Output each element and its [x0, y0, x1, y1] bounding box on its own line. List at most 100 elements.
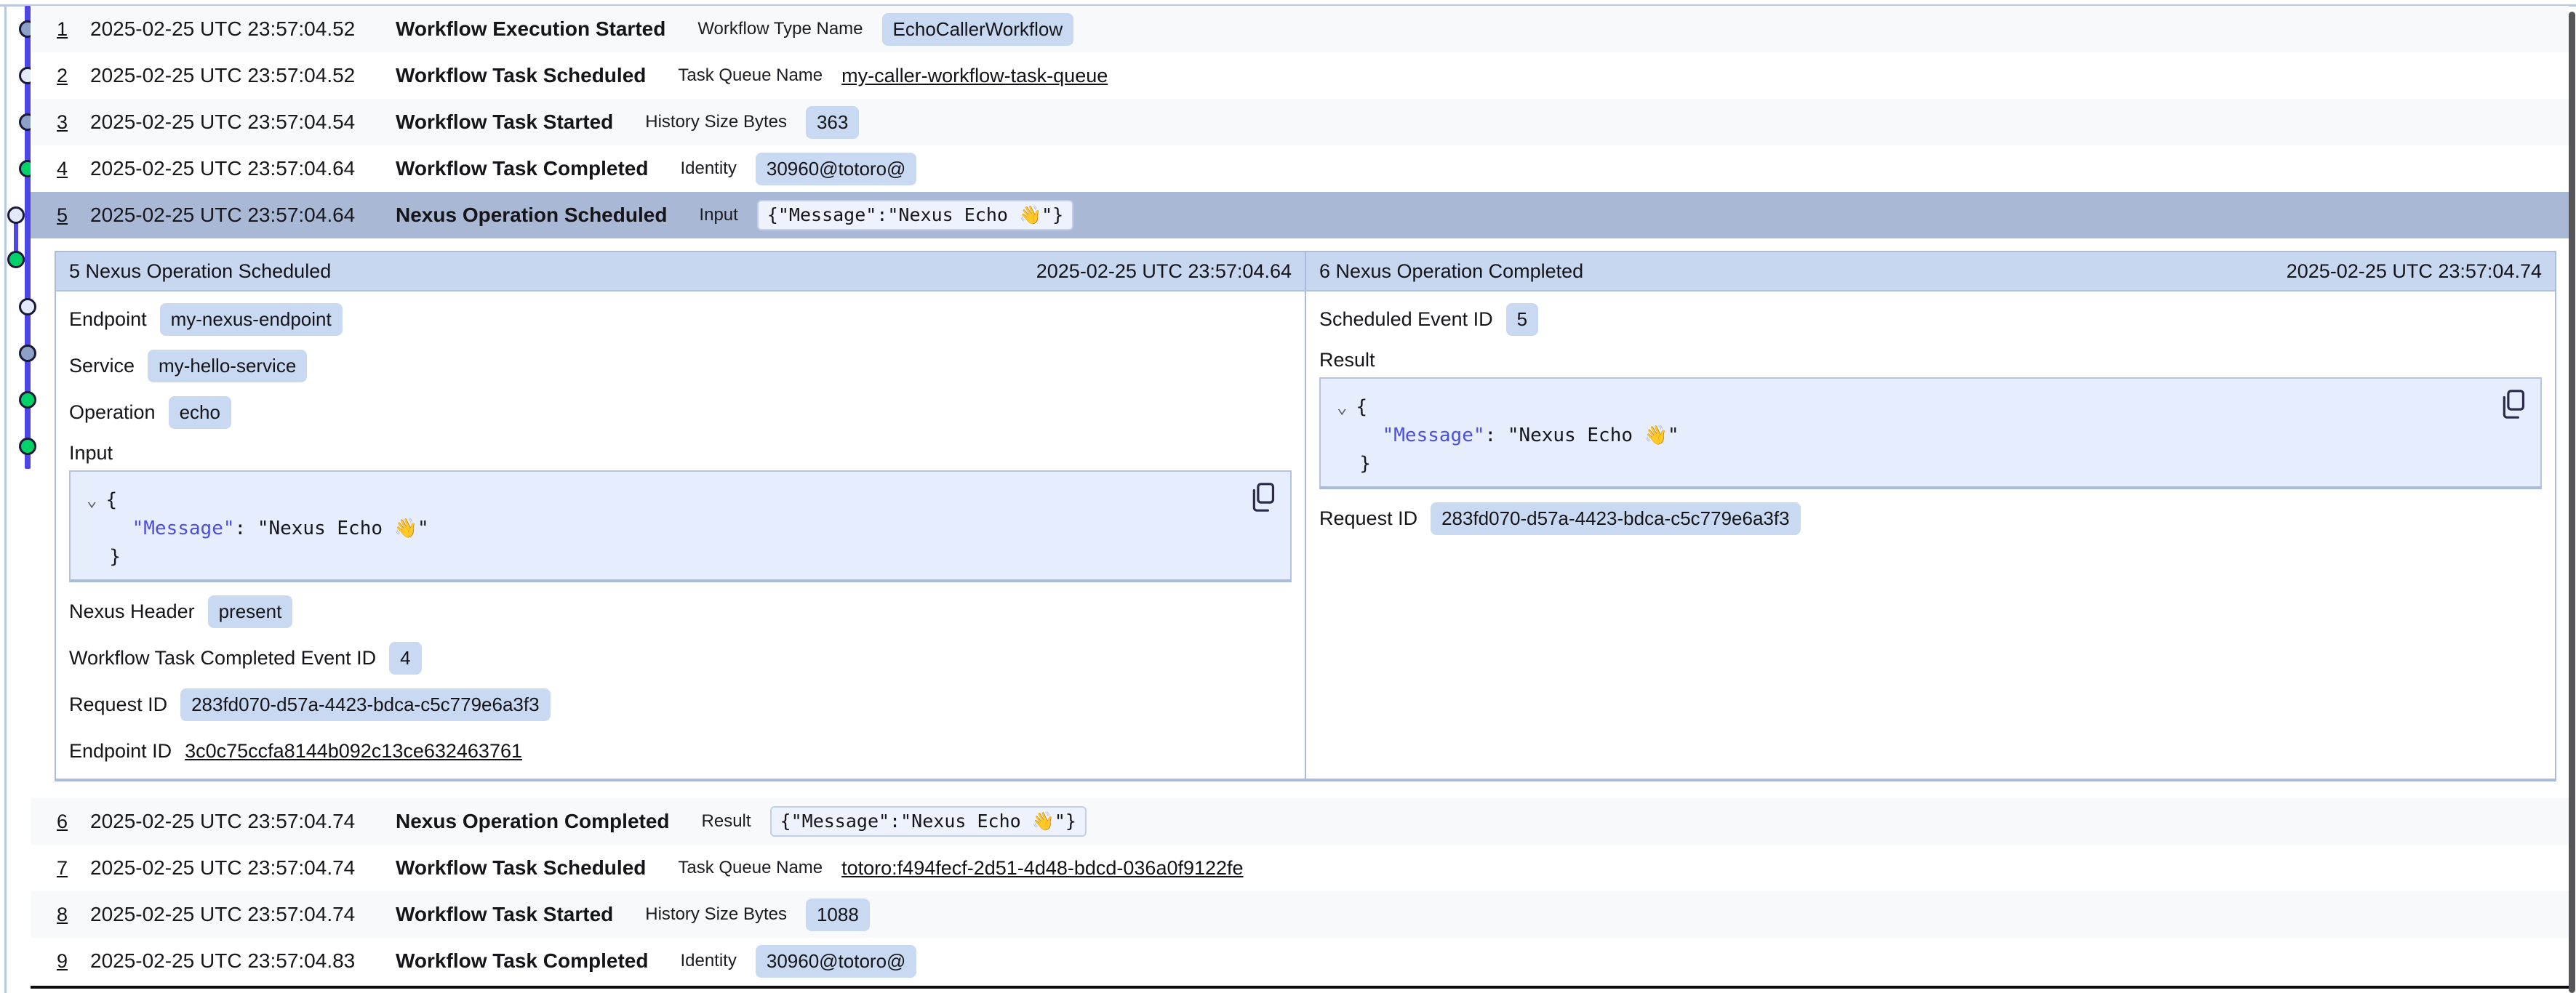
- json-value: : "Nexus Echo 👋": [1485, 425, 1679, 446]
- event-row-2[interactable]: 2 2025-02-25 UTC 23:57:04.52 Workflow Ta…: [31, 52, 2569, 99]
- field-value-badge: 283fd070-d57a-4423-bdca-c5c779e6a3f3: [180, 688, 551, 721]
- json-value: : "Nexus Echo 👋": [235, 518, 429, 539]
- field-label: Nexus Header: [69, 600, 195, 623]
- event-result-json-badge: {"Message":"Nexus Echo 👋"}: [770, 806, 1087, 837]
- event-id-link[interactable]: 4: [57, 158, 90, 180]
- event-type: Nexus Operation Completed: [396, 810, 670, 833]
- field-value-badge: my-nexus-endpoint: [160, 303, 343, 336]
- event-timestamp: 2025-02-25 UTC 23:57:04.74: [90, 903, 396, 926]
- event-detail-key: History Size Bytes: [645, 112, 787, 132]
- event-detail-key: Result: [702, 811, 751, 832]
- field-label: Request ID: [69, 694, 167, 716]
- event-detail-key: Identity: [680, 951, 736, 971]
- event-timestamp: 2025-02-25 UTC 23:57:04.54: [90, 110, 396, 134]
- event-detail-key: Identity: [680, 158, 736, 179]
- copy-icon[interactable]: [1249, 482, 1277, 515]
- history-scrollbar[interactable]: [2569, 12, 2575, 993]
- event-id-link[interactable]: 6: [57, 811, 90, 833]
- event-id-link[interactable]: 5: [57, 204, 90, 227]
- event-type: Nexus Operation Scheduled: [396, 204, 667, 227]
- event-detail-value-badge: 30960@totoro@: [756, 153, 917, 185]
- event-row-9[interactable]: 9 2025-02-25 UTC 23:57:04.83 Workflow Ta…: [31, 938, 2569, 984]
- event-type: Workflow Task Completed: [396, 157, 648, 180]
- json-close-brace: }: [1359, 453, 1371, 475]
- graph-dot-5: [9, 208, 24, 223]
- field-label: Service: [69, 355, 135, 377]
- panel-header[interactable]: 6 Nexus Operation Completed 2025-02-25 U…: [1306, 252, 2555, 292]
- event-detail-value-badge: 30960@totoro@: [756, 945, 917, 978]
- panel-header[interactable]: 5 Nexus Operation Scheduled 2025-02-25 U…: [56, 252, 1305, 292]
- copy-icon[interactable]: [2500, 389, 2527, 422]
- event-type: Workflow Task Started: [396, 903, 613, 926]
- panel-timestamp: 2025-02-25 UTC 23:57:04.64: [1036, 260, 1292, 283]
- field-label: Workflow Task Completed Event ID: [69, 647, 376, 670]
- collapse-chevron-icon[interactable]: ⌄: [87, 486, 97, 515]
- event-history-list: 1 2025-02-25 UTC 23:57:04.52 Workflow Ex…: [31, 6, 2569, 989]
- event-detail-value-badge: 363: [806, 106, 859, 139]
- event-timestamp: 2025-02-25 UTC 23:57:04.64: [90, 157, 396, 180]
- field-service: Service my-hello-service: [69, 342, 1292, 389]
- task-queue-link[interactable]: my-caller-workflow-task-queue: [841, 65, 1108, 87]
- event-row-7[interactable]: 7 2025-02-25 UTC 23:57:04.74 Workflow Ta…: [31, 845, 2569, 891]
- event-detail-key: Workflow Type Name: [697, 19, 863, 39]
- event-id-link[interactable]: 9: [57, 950, 90, 973]
- event-row-6[interactable]: 6 2025-02-25 UTC 23:57:04.74 Nexus Opera…: [31, 798, 2569, 845]
- field-label: Endpoint: [69, 308, 147, 331]
- event-type: Workflow Task Completed: [396, 949, 648, 973]
- event-id-link[interactable]: 2: [57, 65, 90, 87]
- endpoint-id-link[interactable]: 3c0c75ccfa8144b092c13ce632463761: [185, 740, 522, 763]
- event-timestamp: 2025-02-25 UTC 23:57:04.74: [90, 856, 396, 880]
- event-timestamp: 2025-02-25 UTC 23:57:04.74: [90, 810, 396, 833]
- event-row-3[interactable]: 3 2025-02-25 UTC 23:57:04.54 Workflow Ta…: [31, 99, 2569, 145]
- event-row-5-selected[interactable]: 5 2025-02-25 UTC 23:57:04.64 Nexus Opera…: [31, 192, 2569, 238]
- panel-nexus-operation-scheduled: 5 Nexus Operation Scheduled 2025-02-25 U…: [56, 252, 1305, 779]
- field-endpoint-id: Endpoint ID 3c0c75ccfa8144b092c13ce63246…: [69, 728, 1292, 774]
- panel-timestamp: 2025-02-25 UTC 23:57:04.74: [2287, 260, 2542, 283]
- field-operation: Operation echo: [69, 389, 1292, 435]
- panel-body: Scheduled Event ID 5 Result ⌄ { "Message"…: [1306, 292, 2555, 542]
- result-label: Result: [1319, 342, 2542, 377]
- panel-title: 5 Nexus Operation Scheduled: [69, 260, 331, 283]
- event-id-link[interactable]: 1: [57, 18, 90, 41]
- event-detail-key: Task Queue Name: [678, 65, 823, 86]
- event-row-1[interactable]: 1 2025-02-25 UTC 23:57:04.52 Workflow Ex…: [31, 6, 2569, 52]
- event-id-link[interactable]: 3: [57, 111, 90, 134]
- event-row-8[interactable]: 8 2025-02-25 UTC 23:57:04.74 Workflow Ta…: [31, 891, 2569, 938]
- field-label: Scheduled Event ID: [1319, 308, 1493, 331]
- field-label: Operation: [69, 401, 156, 424]
- event-type: Workflow Task Scheduled: [396, 64, 646, 87]
- event-timestamp: 2025-02-25 UTC 23:57:04.64: [90, 204, 396, 227]
- event-detail-value-badge: EchoCallerWorkflow: [882, 13, 1074, 46]
- event-detail-key: Task Queue Name: [678, 858, 823, 878]
- collapse-chevron-icon[interactable]: ⌄: [1337, 393, 1347, 422]
- json-open-brace: {: [1356, 396, 1367, 418]
- input-json-block: ⌄{ "Message": "Nexus Echo 👋" }: [69, 470, 1292, 582]
- event-id-link[interactable]: 7: [57, 857, 90, 880]
- graph-dot-6-branch: [9, 252, 24, 268]
- event-type: Workflow Task Started: [396, 110, 613, 134]
- field-request-id: Request ID 283fd070-d57a-4423-bdca-c5c77…: [69, 681, 1292, 728]
- task-queue-link[interactable]: totoro:f494fecf-2d51-4d48-bdcd-036a0f912…: [841, 857, 1243, 880]
- field-nexus-header: Nexus Header present: [69, 588, 1292, 635]
- field-workflow-task-completed-event-id: Workflow Task Completed Event ID 4: [69, 635, 1292, 681]
- event-type: Workflow Execution Started: [396, 17, 665, 41]
- field-value-badge: 4: [389, 642, 421, 675]
- event-type: Workflow Task Scheduled: [396, 856, 646, 880]
- json-key: "Message": [1383, 425, 1485, 446]
- event-row-4[interactable]: 4 2025-02-25 UTC 23:57:04.64 Workflow Ta…: [31, 145, 2569, 192]
- json-key: "Message": [132, 518, 235, 539]
- event-timestamp: 2025-02-25 UTC 23:57:04.52: [90, 17, 396, 41]
- field-endpoint: Endpoint my-nexus-endpoint: [69, 296, 1292, 342]
- panel-title: 6 Nexus Operation Completed: [1319, 260, 1583, 283]
- event-timestamp: 2025-02-25 UTC 23:57:04.52: [90, 64, 396, 87]
- event-timestamp: 2025-02-25 UTC 23:57:04.83: [90, 949, 396, 973]
- event-detail-key: History Size Bytes: [645, 904, 787, 925]
- field-label: Request ID: [1319, 507, 1417, 530]
- field-request-id: Request ID 283fd070-d57a-4423-bdca-c5c77…: [1319, 495, 2542, 542]
- panel-nexus-operation-completed: 6 Nexus Operation Completed 2025-02-25 U…: [1305, 252, 2555, 779]
- field-label: Endpoint ID: [69, 740, 172, 763]
- field-value-badge: 283fd070-d57a-4423-bdca-c5c779e6a3f3: [1431, 502, 1801, 535]
- event-id-link[interactable]: 8: [57, 904, 90, 926]
- field-scheduled-event-id: Scheduled Event ID 5: [1319, 296, 2542, 342]
- panel-body: Endpoint my-nexus-endpoint Service my-he…: [56, 292, 1305, 774]
